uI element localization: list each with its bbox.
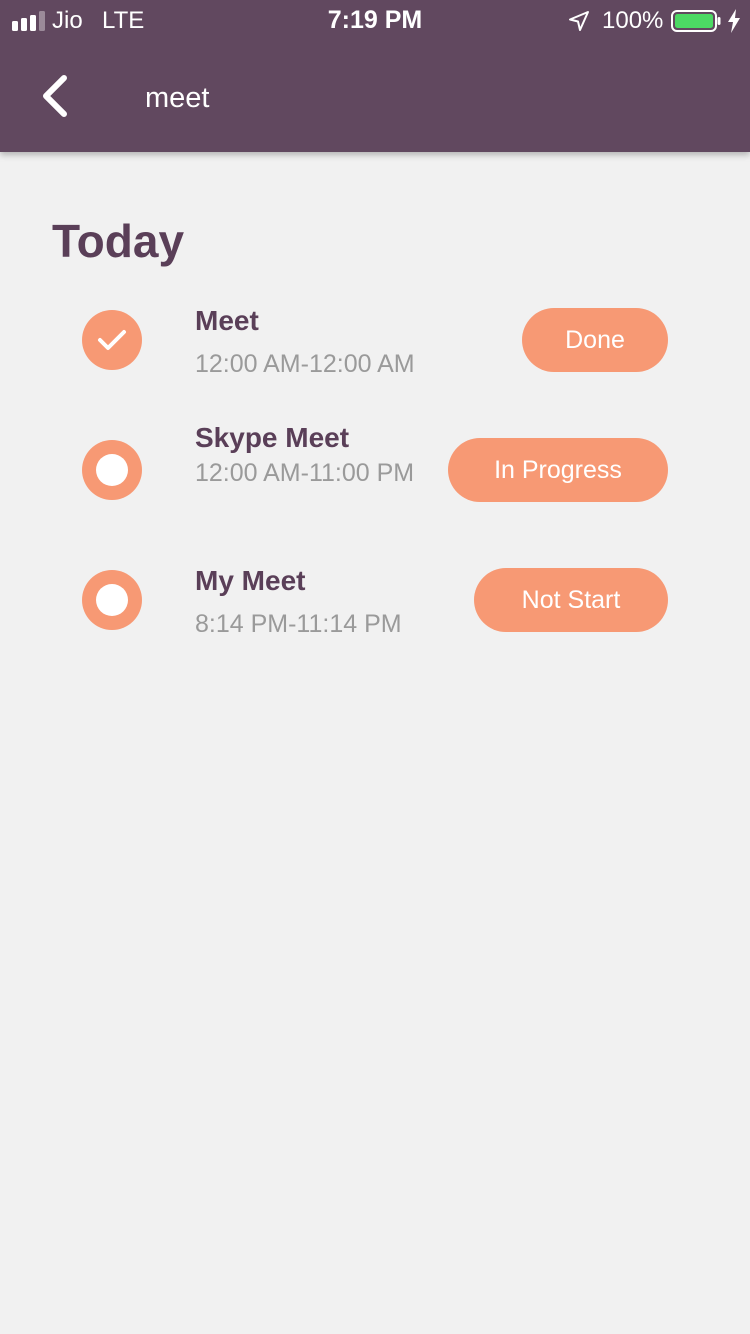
checkbox-unchecked[interactable]: [82, 440, 142, 500]
back-arrow-icon[interactable]: [36, 74, 76, 118]
location-icon: [569, 11, 589, 31]
section-heading-today: Today: [52, 215, 185, 267]
meeting-name: Meet: [195, 305, 259, 336]
meeting-name: Skype Meet: [195, 422, 350, 453]
page-title: meet: [145, 82, 210, 114]
status-bar: Jio LTE 7:19 PM 100%: [0, 0, 750, 42]
battery-icon: [671, 10, 721, 32]
checkmark-icon: [98, 330, 126, 350]
status-button-in-progress[interactable]: In Progress: [448, 438, 668, 502]
radio-dot-icon: [96, 584, 128, 616]
status-button-not-start[interactable]: Not Start: [474, 568, 668, 632]
meeting-time: 12:00 AM-11:00 PM: [195, 459, 415, 487]
meeting-name: My Meet: [195, 565, 306, 596]
radio-dot-icon: [96, 454, 128, 486]
checkbox-checked[interactable]: [82, 310, 142, 370]
status-button-done[interactable]: Done: [522, 308, 668, 372]
battery-percent: 100%: [602, 7, 664, 34]
meeting-time: 8:14 PM-11:14 PM: [195, 610, 402, 638]
checkbox-unchecked[interactable]: [82, 570, 142, 630]
charging-icon: [728, 9, 740, 33]
meeting-time: 12:00 AM-12:00 AM: [195, 350, 415, 378]
app-header: Jio LTE 7:19 PM 100% meet: [0, 0, 750, 152]
